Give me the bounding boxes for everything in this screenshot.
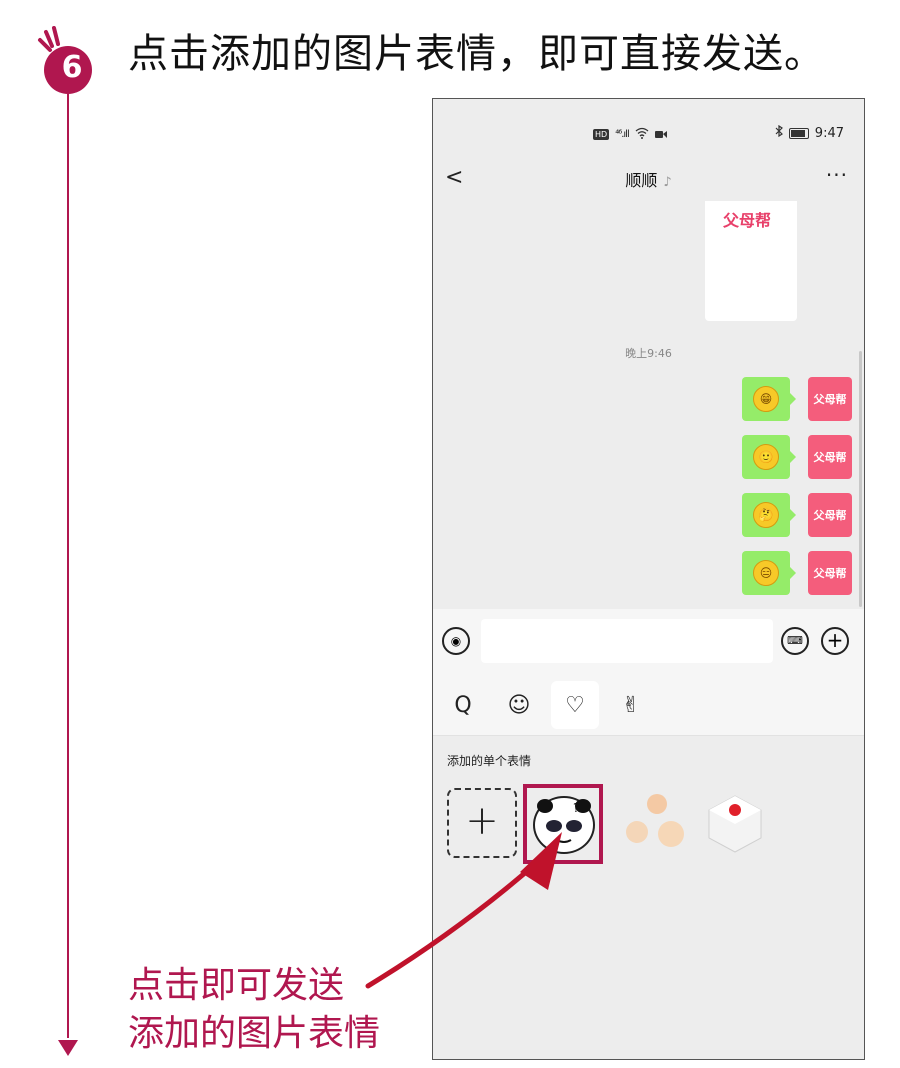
status-left: HD ⁴⁶.ıll xyxy=(593,127,667,142)
previous-sticker-message[interactable]: 父母帮 xyxy=(705,201,797,321)
message-bubble[interactable]: 🤔 xyxy=(742,493,796,537)
emoji-icon: 😑 xyxy=(753,560,779,586)
avatar[interactable]: 父母帮 xyxy=(808,551,852,595)
bluetooth-icon xyxy=(775,124,783,141)
message-bubble[interactable]: 😑 xyxy=(742,551,796,595)
message-row: 😁 父母帮 xyxy=(742,377,852,421)
video-icon xyxy=(654,128,667,142)
battery-icon xyxy=(788,127,809,139)
chat-area[interactable]: 父母帮 晚上9:46 😁 父母帮 🙂 父母帮 🤔 父母帮 😑 父母帮 xyxy=(433,201,864,609)
input-bar: ◉ ⌨ + xyxy=(433,609,864,675)
emoji-icon: 😁 xyxy=(753,386,779,412)
status-time: 9:47 xyxy=(814,125,844,141)
avatar[interactable]: 父母帮 xyxy=(808,493,852,537)
avatar-text: 父母帮 xyxy=(813,393,847,406)
message-bubble[interactable]: 😁 xyxy=(742,377,796,421)
logo-text: 父母帮 xyxy=(723,211,772,230)
sticker-panel: 添加的单个表情 + ? xyxy=(433,736,864,1059)
plus-circle-icon[interactable]: + xyxy=(821,627,849,655)
scrollbar[interactable] xyxy=(859,351,862,607)
svg-text:?: ? xyxy=(573,801,579,815)
hand-icon[interactable]: ✌ xyxy=(607,681,655,729)
caption-line-1: 点击即可发送 xyxy=(128,965,345,1006)
hd-icon: HD xyxy=(593,129,610,140)
voice-button[interactable]: ◉ xyxy=(442,627,470,655)
panda-face-icon: ? xyxy=(533,796,595,854)
avatar[interactable]: 父母帮 xyxy=(808,377,852,421)
rock-paper-scissors-sticker[interactable] xyxy=(615,784,695,864)
status-right: 9:47 xyxy=(775,124,844,141)
avatar[interactable]: 父母帮 xyxy=(808,435,852,479)
avatar-text: 父母帮 xyxy=(813,509,847,522)
emoji-icon: 🙂 xyxy=(753,444,779,470)
ear-icon: ♪ xyxy=(663,175,672,190)
status-bar: HD ⁴⁶.ıll 9:47 xyxy=(433,99,864,157)
step-title: 点击添加的图片表情，即可直接发送。 xyxy=(128,31,825,77)
chat-timestamp: 晚上9:46 xyxy=(625,347,672,360)
message-bubble[interactable]: 🙂 xyxy=(742,435,796,479)
phone-screen: HD ⁴⁶.ıll 9:47 < 顺顺 ♪ ··· 父母帮 晚上9:46 😁 父… xyxy=(432,98,865,1060)
dice-sticker[interactable] xyxy=(695,784,775,864)
heart-icon[interactable]: ♡ xyxy=(551,681,599,729)
chat-navbar: < 顺顺 ♪ ··· xyxy=(433,157,864,201)
smiley-icon[interactable]: ☺ xyxy=(495,681,543,729)
caption: 点击即可发送 添加的图片表情 xyxy=(128,962,380,1058)
emoji-icon: 🤔 xyxy=(753,502,779,528)
signal-icon: ⁴⁶.ıll xyxy=(615,129,629,140)
sticker-tabs: Q ☺ ♡ ✌ xyxy=(433,675,864,736)
panel-title: 添加的单个表情 xyxy=(447,754,532,768)
message-row: 🤔 父母帮 xyxy=(742,493,852,537)
message-row: 🙂 父母帮 xyxy=(742,435,852,479)
wifi-icon xyxy=(635,127,649,142)
message-row: 😑 父母帮 xyxy=(742,551,852,595)
avatar-text: 父母帮 xyxy=(813,567,847,580)
keyboard-icon[interactable]: ⌨ xyxy=(781,627,809,655)
timeline-arrow-icon xyxy=(58,1040,78,1056)
chat-title-wrap: 顺顺 ♪ xyxy=(433,167,864,191)
caption-line-2: 添加的图片表情 xyxy=(128,1013,381,1054)
add-sticker-button[interactable]: + xyxy=(447,788,517,858)
timeline-line xyxy=(67,88,69,1038)
message-input[interactable] xyxy=(481,619,773,663)
step-number: 6 xyxy=(61,50,83,85)
more-button[interactable]: ··· xyxy=(826,163,848,187)
chat-title: 顺顺 xyxy=(625,171,658,190)
panda-sticker[interactable]: ? xyxy=(523,784,603,864)
search-icon[interactable]: Q xyxy=(439,681,487,729)
avatar-text: 父母帮 xyxy=(813,451,847,464)
